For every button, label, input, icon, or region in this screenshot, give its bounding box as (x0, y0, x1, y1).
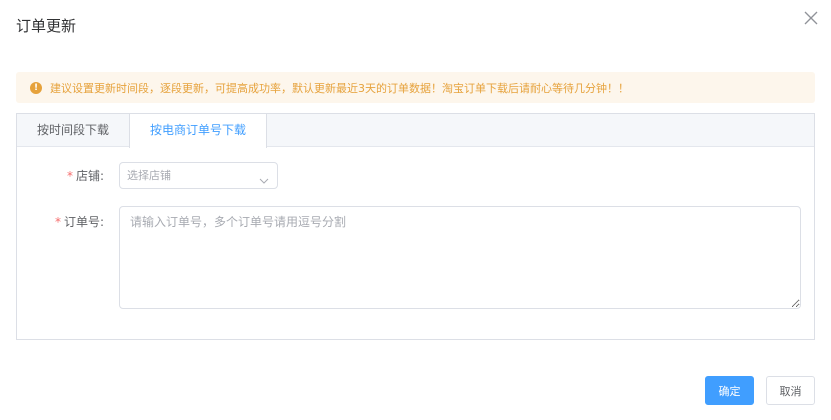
required-mark: * (54, 215, 61, 229)
confirm-button[interactable]: 确定 (705, 376, 754, 405)
tab-by-order-number[interactable]: 按电商订单号下载 (129, 114, 267, 148)
chevron-down-icon (259, 171, 269, 184)
shop-label: * 店铺: (14, 167, 104, 184)
shop-label-text: 店铺: (75, 169, 104, 183)
order-no-label: * 订单号: (14, 213, 104, 230)
shop-select-placeholder: 选择店铺 (127, 169, 171, 182)
tab-header: 按时间段下载 按电商订单号下载 (17, 114, 814, 148)
close-icon (802, 9, 820, 27)
order-update-dialog: 订单更新 ! 建议设置更新时间段，逐段更新，可提高成功率，默认更新最近3天的订单… (0, 0, 831, 420)
cancel-button[interactable]: 取消 (766, 376, 815, 405)
alert-text: 建议设置更新时间段，逐段更新，可提高成功率，默认更新最近3天的订单数据！淘宝订单… (50, 81, 629, 95)
close-button[interactable] (802, 9, 820, 27)
order-no-label-text: 订单号: (63, 215, 104, 229)
shop-select[interactable]: 选择店铺 (119, 162, 278, 189)
tab-by-time-range[interactable]: 按时间段下载 (17, 114, 129, 147)
required-mark: * (66, 169, 73, 183)
warning-alert: ! 建议设置更新时间段，逐段更新，可提高成功率，默认更新最近3天的订单数据！淘宝… (16, 72, 815, 103)
order-no-textarea[interactable] (119, 206, 801, 309)
warning-icon: ! (30, 81, 42, 94)
dialog-title: 订单更新 (16, 17, 77, 35)
